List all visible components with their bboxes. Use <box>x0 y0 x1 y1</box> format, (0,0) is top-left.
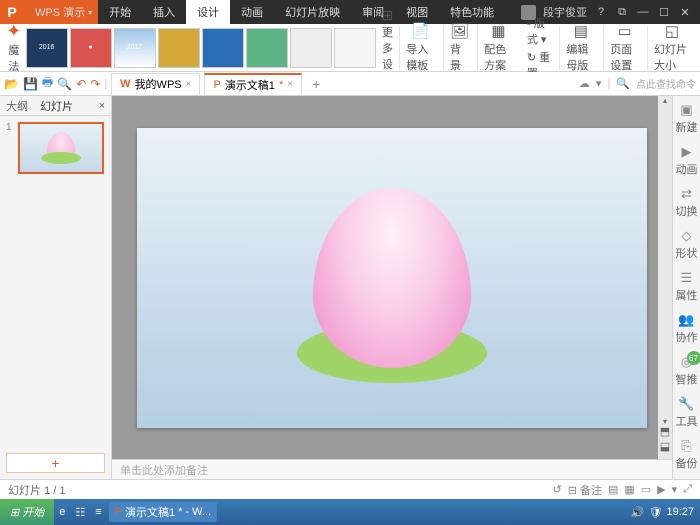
status-bar: 幻灯片 1 / 1 ↺ ⊟ 备注 ▤ ▦ ▭ ▶ ▾ ⤢ <box>0 479 700 499</box>
open-icon[interactable]: 📂 <box>4 77 19 91</box>
workspace: 大纲 幻灯片 × 1 + ▴ ▾ ⬒⬓ 单击此处添加备 <box>0 96 700 479</box>
tray-icon[interactable]: ≡ <box>90 506 106 518</box>
search-hint[interactable]: 点此查找命令 <box>636 76 696 91</box>
document-bar: 📂 💾 🖶 🔍 ↶ ↷ | W我的WPS× P演示文稿1*× + ☁ ▾ | 🔍… <box>0 72 700 96</box>
minimize-icon[interactable]: — <box>636 5 650 19</box>
slideshow-view-icon[interactable]: ▶ <box>657 483 665 496</box>
smart-button[interactable]: ◎智推67 <box>676 354 698 387</box>
expand-icon[interactable]: ⤢ <box>683 483 692 496</box>
reading-view-icon[interactable]: ▭ <box>641 483 651 496</box>
slides-tab[interactable]: 幻灯片 <box>34 98 79 114</box>
template-thumb[interactable] <box>246 28 288 68</box>
right-panel: ▣新建 ▶动画 ⇄切换 ◇形状 ☰属性 👥协作 ◎智推67 🔧工具 ⎘备份 ?帮… <box>672 96 700 479</box>
badge-count: 67 <box>687 351 700 365</box>
print-icon[interactable]: 🖶 <box>42 73 53 94</box>
new-tab-button[interactable]: + <box>306 76 326 92</box>
slide-thumbnail[interactable] <box>18 122 104 174</box>
close-tab-icon[interactable]: × <box>287 79 293 90</box>
preview-icon[interactable]: 🔍 <box>57 77 72 91</box>
egg-shape[interactable] <box>313 188 471 368</box>
save-icon[interactable]: 💾 <box>23 77 38 91</box>
layout-button[interactable]: ▫ 版式 ▾ <box>527 15 552 47</box>
maximize-icon[interactable]: ☐ <box>657 5 671 19</box>
tray-icon[interactable]: 🛡 <box>649 506 663 519</box>
redo-icon[interactable]: ↷ <box>90 77 100 91</box>
vertical-scrollbar[interactable]: ▴ ▾ ⬒⬓ <box>658 96 672 459</box>
doctab-presentation[interactable]: P演示文稿1*× <box>204 73 302 95</box>
undo-icon[interactable]: ↶ <box>76 77 86 91</box>
taskbar-app[interactable]: P演示文稿1 * - W... <box>109 502 217 522</box>
template-gallery: 2016 ● 2017 <box>26 28 376 68</box>
shape-button[interactable]: ◇形状 <box>676 228 698 261</box>
help-icon[interactable]: ? <box>594 5 608 19</box>
scroll-up-icon[interactable]: ▴ <box>658 96 672 110</box>
transition-button[interactable]: ⇄切换 <box>676 186 698 219</box>
tab-view[interactable]: 视图 <box>395 0 439 24</box>
ribbon: ✦魔法 2016 ● 2017 ⊞更多设计 📄导入模板 🖼背景 ▦配色方案 ▫ … <box>0 24 700 72</box>
app-name-tab[interactable]: WPS 演示▾ <box>24 0 98 24</box>
next-slide-icon[interactable]: ⬓ <box>660 440 670 453</box>
tray-icon[interactable]: ☷ <box>70 506 90 519</box>
tab-special[interactable]: 特色功能 <box>439 0 505 24</box>
template-thumb[interactable] <box>290 28 332 68</box>
close-icon[interactable]: ✕ <box>678 5 692 19</box>
prev-slide-icon[interactable]: ⬒ <box>660 425 670 438</box>
template-thumb[interactable] <box>158 28 200 68</box>
taskbar: ⊞ 开始 e ☷ ≡ P演示文稿1 * - W... 🔊 🛡 19:27 <box>0 499 700 525</box>
slide-number: 1 <box>6 122 14 174</box>
page-setup-button[interactable]: ▭页面设置 <box>603 26 645 70</box>
fullscreen-icon[interactable]: ⧉ <box>615 5 629 19</box>
zoom-fit-icon[interactable]: ▾ <box>672 483 678 496</box>
ie-icon[interactable]: e <box>54 506 70 518</box>
properties-button[interactable]: ☰属性 <box>676 270 698 303</box>
notes-pane[interactable]: 单击此处添加备注 <box>112 459 672 479</box>
slide-canvas[interactable] <box>137 128 647 428</box>
anim-button[interactable]: ▶动画 <box>676 144 698 177</box>
template-thumb[interactable]: 2017 <box>114 28 156 68</box>
tab-anim[interactable]: 动画 <box>230 0 274 24</box>
template-thumb[interactable]: 2016 <box>26 28 68 68</box>
clock[interactable]: 19:27 <box>666 506 694 518</box>
template-thumb[interactable]: ● <box>70 28 112 68</box>
edit-master-button[interactable]: ▤编辑母版 <box>559 26 601 70</box>
slide-count: 幻灯片 1 / 1 <box>8 482 65 498</box>
tools-button[interactable]: 🔧工具 <box>676 396 698 429</box>
sorter-view-icon[interactable]: ▦ <box>624 483 634 496</box>
color-scheme-button[interactable]: ▦配色方案 <box>477 26 519 70</box>
tab-design[interactable]: 设计 <box>186 0 230 24</box>
import-template-button[interactable]: 📄导入模板 <box>399 26 441 70</box>
start-button[interactable]: ⊞ 开始 <box>0 499 54 525</box>
slide-panel: 大纲 幻灯片 × 1 + <box>0 96 112 479</box>
template-thumb[interactable] <box>334 28 376 68</box>
notes-toggle[interactable]: ⊟ 备注 <box>568 482 602 498</box>
search-icon[interactable]: 🔍 <box>616 77 630 90</box>
new-slide-button[interactable]: + <box>6 453 105 473</box>
layout-group: ▫ 版式 ▾ ↻ 重置 <box>521 26 558 70</box>
menu-tabs: WPS 演示▾ 开始 插入 设计 动画 幻灯片放映 审阅 视图 特色功能 <box>24 0 505 24</box>
tray-icon[interactable]: 🔊 <box>631 506 645 519</box>
menu-icon[interactable]: ▾ <box>596 77 602 90</box>
tab-insert[interactable]: 插入 <box>142 0 186 24</box>
tab-start[interactable]: 开始 <box>98 0 142 24</box>
backup-button[interactable]: ⎘备份 <box>676 438 698 471</box>
template-thumb[interactable] <box>202 28 244 68</box>
tab-slideshow[interactable]: 幻灯片放映 <box>274 0 351 24</box>
normal-view-icon[interactable]: ▤ <box>608 483 618 496</box>
new-button[interactable]: ▣新建 <box>676 102 698 135</box>
outline-tab[interactable]: 大纲 <box>0 98 34 114</box>
canvas-area: ▴ ▾ ⬒⬓ 单击此处添加备注 <box>112 96 672 479</box>
title-bar: P WPS 演示▾ 开始 插入 设计 动画 幻灯片放映 审阅 视图 特色功能 段… <box>0 0 700 24</box>
collab-button[interactable]: 👥协作 <box>676 312 698 345</box>
close-panel-icon[interactable]: × <box>93 100 111 112</box>
close-tab-icon[interactable]: × <box>186 79 192 90</box>
doctab-mywps[interactable]: W我的WPS× <box>111 73 200 95</box>
cloud-icon[interactable]: ☁ <box>579 77 590 90</box>
magic-button[interactable]: ✦魔法 <box>4 21 24 74</box>
background-button[interactable]: 🖼背景 <box>443 26 475 70</box>
slide-size-button[interactable]: ◱幻灯片大小 <box>647 26 696 70</box>
history-icon[interactable]: ↺ <box>552 483 561 496</box>
